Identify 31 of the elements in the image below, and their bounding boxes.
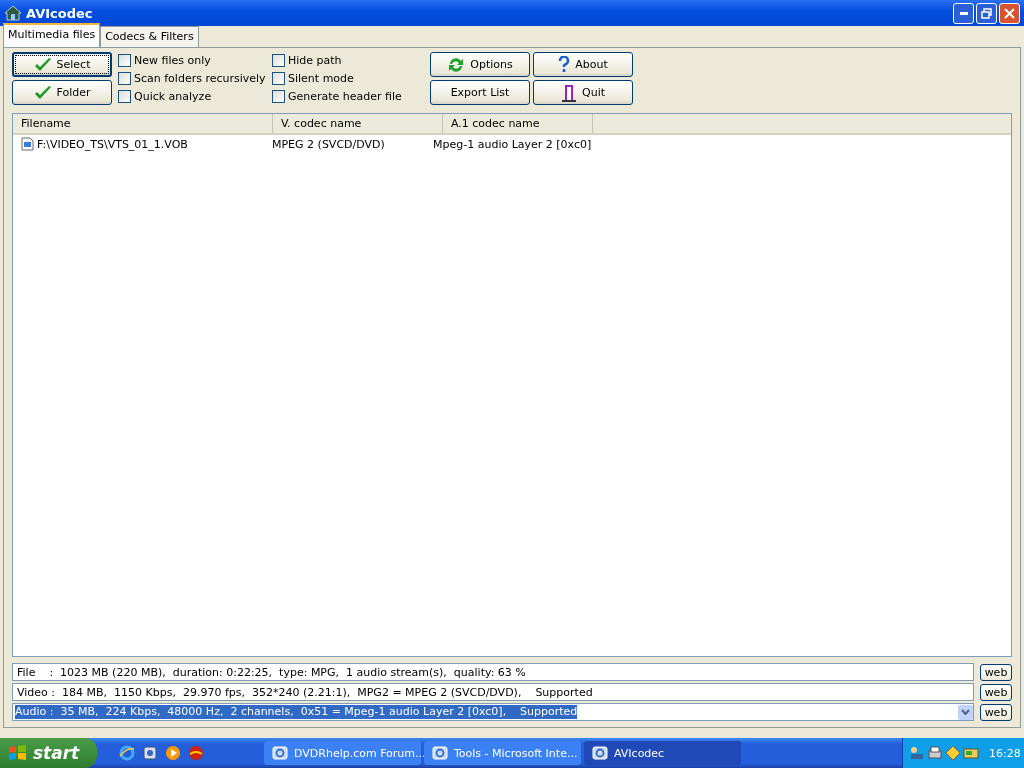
button[interactable]: About — [533, 52, 633, 77]
checkbox-option[interactable]: Hide path — [272, 52, 422, 68]
button[interactable]: Quit — [533, 80, 633, 105]
checkbox-option[interactable]: New files only — [118, 52, 266, 68]
column-header[interactable]: Filename — [13, 114, 273, 133]
checkbox-option[interactable]: Silent mode — [272, 70, 422, 86]
button[interactable]: Options — [430, 52, 530, 77]
clock: 16:28 — [989, 746, 1021, 760]
taskbar-button[interactable]: Tools - Microsoft Inte... — [424, 741, 581, 765]
info-dropdown[interactable]: Audio : 35 MB, 224 Kbps, 48000 Hz, 2 channels, 0x51 = Mpeg-1 audio Layer 2 [0xc0], Supported — [12, 703, 974, 721]
web-button[interactable]: web — [980, 703, 1012, 721]
table-cell: Mpeg-1 audio Layer 2 [0xc0] — [433, 137, 592, 151]
tab[interactable]: Codecs & Filters — [100, 26, 199, 47]
table-cell: MPEG 2 (SVCD/DVD) — [272, 137, 385, 151]
table-cell: F:\VIDEO_TS\VTS_01_1.VOB — [37, 137, 188, 151]
taskbar-button[interactable]: AVIcodec — [584, 741, 741, 765]
tab[interactable]: Multimedia files — [3, 23, 101, 47]
checkbox-option[interactable]: Generate header file — [272, 88, 422, 104]
checkbox-option[interactable]: Quick analyze — [118, 88, 266, 104]
button[interactable]: Select — [12, 52, 112, 77]
web-button[interactable]: web — [980, 663, 1012, 681]
column-header[interactable]: V. codec name — [273, 114, 443, 133]
button[interactable]: Export List — [430, 80, 530, 105]
window-title: AVIcodec — [26, 5, 94, 21]
checkbox-option[interactable]: Scan folders recursively — [118, 70, 266, 86]
start-button[interactable]: start — [0, 738, 97, 768]
button[interactable]: Folder — [12, 80, 112, 105]
column-header[interactable]: A.1 codec name — [443, 114, 593, 133]
web-button[interactable]: web — [980, 683, 1012, 701]
info-field: Video : 184 MB, 1150 Kbps, 29.970 fps, 352*240 (2.21:1), MPG2 = MPEG 2 (SVCD/DVD), Supported — [12, 683, 974, 701]
info-field: File : 1023 MB (220 MB), duration: 0:22:25, type: MPG, 1 audio stream(s), quality: 63 % — [12, 663, 974, 681]
